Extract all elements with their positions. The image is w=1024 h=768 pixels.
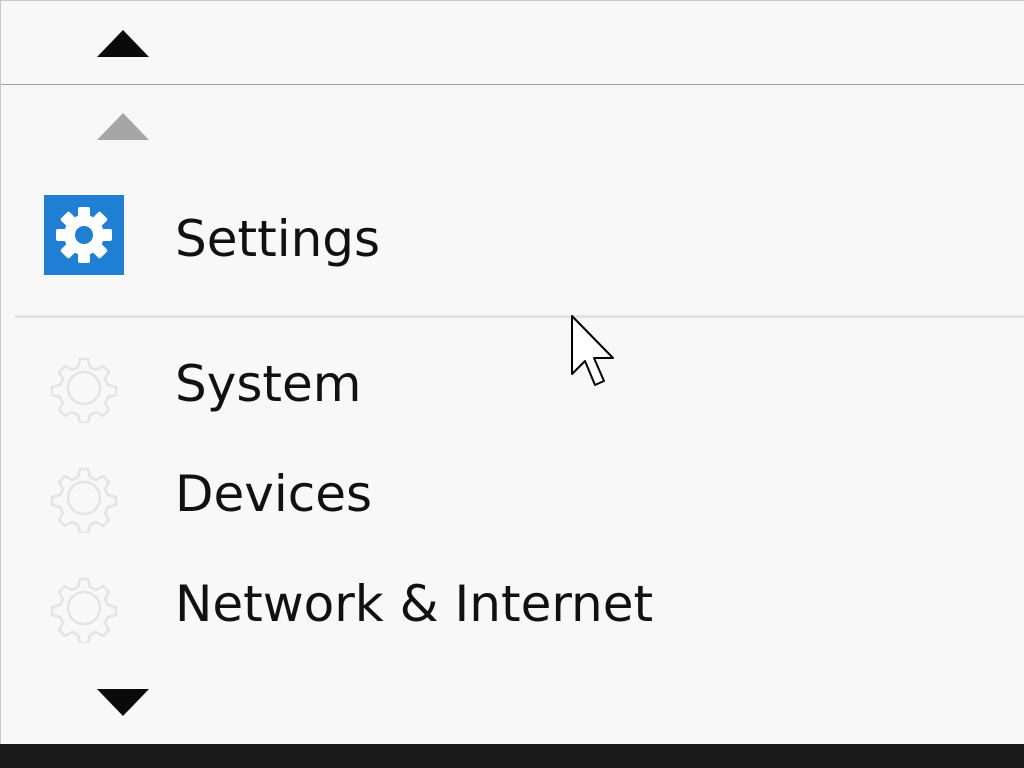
taskbar xyxy=(0,744,1024,768)
settings-gear-icon xyxy=(44,195,124,275)
scroll-up-arrow-icon[interactable] xyxy=(97,30,149,57)
page-up-arrow-icon[interactable] xyxy=(97,113,149,140)
top-scroll-bar xyxy=(1,1,1024,85)
settings-window: Settings System Devices Network & Intern… xyxy=(0,0,1024,744)
gear-icon xyxy=(49,353,119,425)
mouse-pointer-icon xyxy=(570,314,622,390)
list-item-label: System xyxy=(175,355,362,413)
gear-icon xyxy=(49,573,119,645)
header-divider xyxy=(15,315,1024,318)
list-item-label: Network & Internet xyxy=(175,575,654,633)
list-item-network-internet[interactable]: Network & Internet xyxy=(1,557,1024,657)
list-item-label: Devices xyxy=(175,465,373,523)
scroll-down-arrow-icon[interactable] xyxy=(97,689,149,716)
list-item-devices[interactable]: Devices xyxy=(1,447,1024,547)
gear-icon xyxy=(49,463,119,535)
list-item-system[interactable]: System xyxy=(1,337,1024,437)
page-title: Settings xyxy=(175,210,381,268)
settings-header[interactable]: Settings xyxy=(1,186,1024,296)
